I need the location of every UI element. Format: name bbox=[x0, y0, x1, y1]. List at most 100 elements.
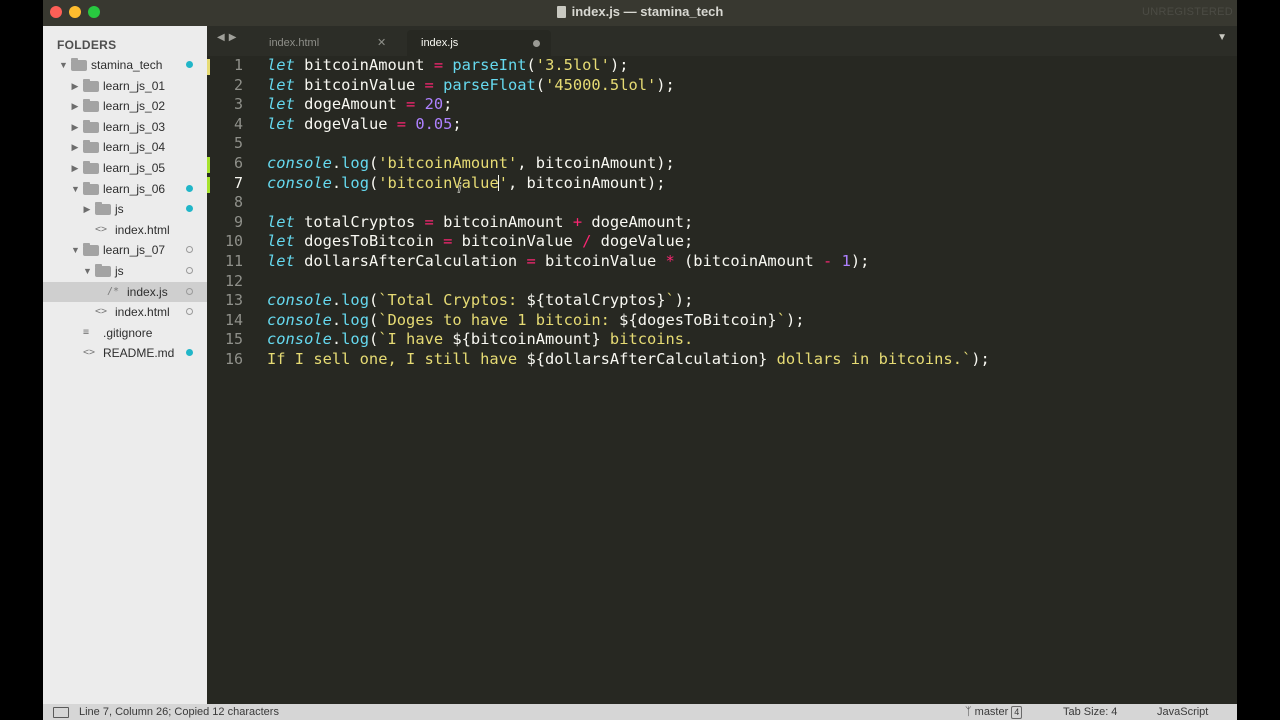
code-area[interactable]: let bitcoinAmount = parseInt('3.5lol'); … bbox=[267, 56, 990, 370]
chevron-down-icon[interactable]: ▼ bbox=[83, 261, 92, 282]
line-number: 4 bbox=[207, 115, 259, 135]
tree-item-label: learn_js_03 bbox=[103, 119, 166, 134]
folder-icon bbox=[83, 78, 99, 92]
tree-item[interactable]: ▶ learn_js_02 bbox=[43, 96, 207, 117]
line-number: 12 bbox=[207, 272, 259, 292]
tree-item[interactable]: ▶ learn_js_04 bbox=[43, 137, 207, 158]
tab-bar: ◀▶ index.html ✕ index.js ▼ bbox=[207, 26, 1237, 56]
tab-menu-chevron-icon[interactable]: ▼ bbox=[1217, 32, 1227, 43]
added-line-marker bbox=[207, 156, 210, 173]
code-line: let bitcoinValue = parseFloat('45000.5lo… bbox=[267, 75, 675, 94]
code-line: console.log('bitcoinValue', bitcoinAmoun… bbox=[267, 173, 666, 192]
line-number-text: 8 bbox=[233, 193, 243, 212]
editor-window: index.js — stamina_tech UNREGISTERED FOL… bbox=[43, 0, 1237, 720]
code-line: let dollarsAfterCalculation = bitcoinVal… bbox=[267, 251, 870, 270]
markup-file-icon: <> bbox=[95, 306, 108, 318]
minimize-window-button[interactable] bbox=[69, 6, 81, 18]
tree-item[interactable]: ▶ learn_js_01 bbox=[43, 76, 207, 97]
unregistered-label: UNREGISTERED bbox=[1142, 6, 1233, 18]
tree-item-label: js bbox=[115, 263, 124, 278]
chevron-down-icon[interactable]: ▼ bbox=[71, 240, 80, 261]
tree-item[interactable]: ▶ js bbox=[43, 199, 207, 220]
tree-item[interactable]: <> index.html bbox=[43, 302, 207, 323]
tree-item[interactable]: <> README.md bbox=[43, 343, 207, 364]
tree-item-label: learn_js_01 bbox=[103, 78, 166, 93]
line-number: 10 bbox=[207, 232, 259, 252]
syntax-selector[interactable]: JavaScript bbox=[1157, 704, 1208, 720]
tree-item-label: learn_js_02 bbox=[103, 99, 166, 114]
tree-item[interactable]: ▼ stamina_tech bbox=[43, 55, 207, 76]
tab-index-js[interactable]: index.js bbox=[407, 30, 551, 56]
modified-line-marker bbox=[207, 59, 210, 75]
tab-nav-arrows-icon[interactable]: ◀▶ bbox=[217, 32, 240, 43]
line-number: 2 bbox=[207, 76, 259, 96]
markup-file-icon: <> bbox=[95, 223, 108, 235]
chevron-right-icon[interactable]: ▶ bbox=[83, 199, 91, 220]
line-number-text: 13 bbox=[224, 291, 243, 310]
line-number-text: 4 bbox=[233, 114, 243, 133]
line-number-text: 5 bbox=[233, 134, 243, 153]
branch-count-badge: 4 bbox=[1011, 706, 1023, 719]
tree-item-label: learn_js_04 bbox=[103, 140, 166, 155]
tree-item-label: learn_js_07 bbox=[103, 243, 166, 258]
line-number-text: 9 bbox=[233, 212, 243, 231]
line-number: 8 bbox=[207, 193, 259, 213]
folder-icon bbox=[83, 140, 99, 154]
tree-item[interactable]: ▼ learn_js_07 bbox=[43, 240, 207, 261]
line-number-text: 12 bbox=[224, 271, 243, 290]
tree-item[interactable]: <> index.html bbox=[43, 220, 207, 241]
chevron-right-icon[interactable]: ▶ bbox=[71, 76, 79, 97]
line-number-text: 15 bbox=[224, 330, 243, 349]
tab-label: index.html bbox=[269, 37, 320, 49]
tree-item[interactable]: ≡ .gitignore bbox=[43, 323, 207, 344]
line-number-text: 10 bbox=[224, 232, 243, 251]
tree-item[interactable]: ▶ learn_js_05 bbox=[43, 158, 207, 179]
cursor-position: Line 7, Column 26; Copied 12 characters bbox=[79, 706, 279, 718]
code-line: console.log('bitcoinAmount', bitcoinAmou… bbox=[267, 153, 675, 172]
git-modified-dot-icon bbox=[186, 184, 193, 192]
tab-index-html[interactable]: index.html ✕ bbox=[251, 30, 393, 56]
maximize-window-button[interactable] bbox=[88, 6, 100, 18]
line-number-gutter: 1 2 3 4 5 6 7 8 9 10 11 12 13 14 15 16 bbox=[207, 56, 259, 370]
line-number: 7 bbox=[207, 174, 259, 194]
tree-item-label: README.md bbox=[103, 346, 175, 361]
chevron-down-icon[interactable]: ▼ bbox=[59, 55, 68, 76]
panel-toggle-icon[interactable] bbox=[53, 707, 69, 718]
close-window-button[interactable] bbox=[50, 6, 62, 18]
unsaved-dot-icon[interactable] bbox=[533, 40, 540, 47]
folder-icon bbox=[95, 202, 111, 216]
text-file-icon: ≡ bbox=[83, 326, 90, 338]
tree-item[interactable]: ▼ js bbox=[43, 261, 207, 282]
tab-close-icon[interactable]: ✕ bbox=[377, 30, 386, 56]
code-line: console.log(`I have ${bitcoinAmount} bit… bbox=[267, 330, 694, 349]
code-line: If I sell one, I still have ${dollarsAft… bbox=[267, 349, 990, 368]
code-editor[interactable]: 1 2 3 4 5 6 7 8 9 10 11 12 13 14 15 16 let bitcoinAmoun… bbox=[207, 56, 1237, 704]
folder-icon bbox=[83, 119, 99, 133]
tab-label: index.js bbox=[421, 37, 459, 49]
line-number: 13 bbox=[207, 291, 259, 311]
code-line: let dogesToBitcoin = bitcoinValue / doge… bbox=[267, 232, 694, 251]
code-line: let bitcoinAmount = parseInt('3.5lol'); bbox=[267, 56, 629, 74]
tree-item-label: learn_js_06 bbox=[103, 181, 166, 196]
git-untracked-dot-icon bbox=[186, 308, 193, 316]
tab-size-selector[interactable]: Tab Size: 4 bbox=[1063, 704, 1117, 720]
code-line: let dogeValue = 0.05; bbox=[267, 114, 462, 133]
chevron-right-icon[interactable]: ▶ bbox=[71, 137, 79, 158]
line-number: 1 bbox=[207, 56, 259, 76]
chevron-right-icon[interactable]: ▶ bbox=[71, 158, 79, 179]
tree-item-label: .gitignore bbox=[103, 325, 153, 340]
tree-item-label: stamina_tech bbox=[91, 58, 163, 72]
chevron-right-icon[interactable]: ▶ bbox=[71, 117, 79, 138]
tree-item[interactable]: ▼ learn_js_06 bbox=[43, 179, 207, 200]
chevron-down-icon[interactable]: ▼ bbox=[71, 179, 80, 200]
line-number-text: 2 bbox=[233, 75, 243, 94]
tree-item[interactable]: ▶ learn_js_03 bbox=[43, 117, 207, 138]
tree-item-label: js bbox=[115, 202, 124, 217]
window-title: index.js — stamina_tech bbox=[571, 4, 724, 19]
line-number-text: 6 bbox=[233, 153, 243, 172]
chevron-right-icon[interactable]: ▶ bbox=[71, 96, 79, 117]
tree-item[interactable]: /* index.js bbox=[43, 281, 207, 303]
git-branch[interactable]: ᛉ master 4 bbox=[965, 704, 1023, 720]
